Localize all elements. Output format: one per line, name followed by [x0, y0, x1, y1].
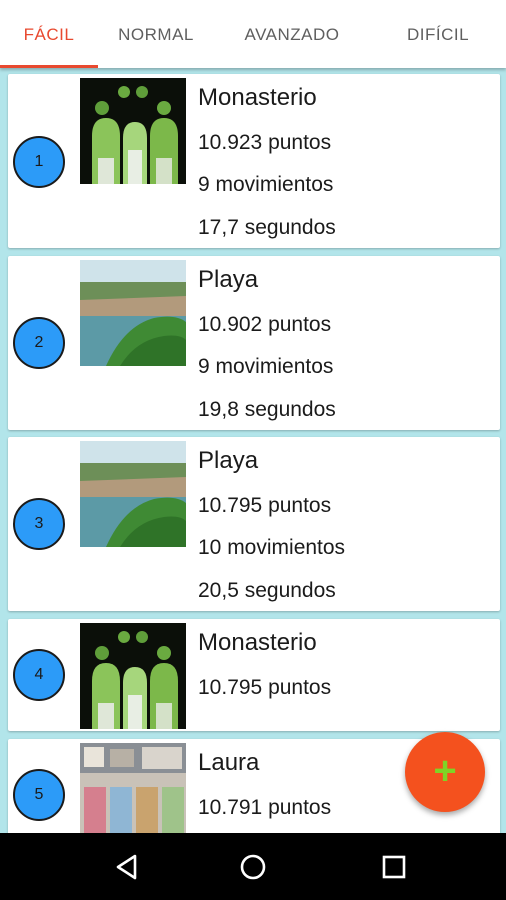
beach-thumbnail — [80, 260, 186, 366]
score-points: 10.791 puntos — [198, 796, 332, 819]
recents-button[interactable] — [354, 833, 434, 900]
letters-thumbnail — [80, 743, 186, 833]
active-tab-indicator — [0, 65, 98, 68]
home-button[interactable] — [213, 833, 293, 900]
back-button[interactable] — [87, 833, 167, 900]
tab-normal-label: NORMAL — [118, 25, 194, 44]
rank-badge: 4 — [13, 649, 65, 701]
puzzle-name: Monasterio — [198, 84, 317, 111]
score-points: 10.795 puntos — [198, 676, 332, 699]
tab-dificil-label: DIFÍCIL — [406, 25, 470, 44]
tab-avanzado-label: AVANZADO — [244, 25, 340, 44]
difficulty-tab-bar: FÁCIL NORMAL AVANZADO DIFÍCIL — [0, 0, 506, 68]
tab-facil[interactable]: FÁCIL — [0, 0, 98, 68]
back-triangle-icon — [116, 854, 137, 880]
rank-badge: 2 — [13, 317, 65, 369]
tab-facil-label: FÁCIL — [23, 25, 75, 44]
plus-icon: + — [433, 749, 457, 793]
home-circle-icon — [240, 854, 266, 880]
monastery-thumbnail — [80, 78, 186, 184]
rank-badge: 1 — [13, 136, 65, 188]
tab-avanzado[interactable]: AVANZADO — [214, 0, 370, 68]
monastery-thumbnail — [80, 623, 186, 729]
score-card[interactable]: 1 Monasterio 10.923 puntos 9 movimientos… — [8, 74, 500, 248]
puzzle-name: Playa — [198, 447, 259, 474]
puzzle-name: Monasterio — [198, 629, 317, 656]
recents-square-icon — [382, 855, 406, 879]
score-points: 10.923 puntos — [198, 131, 332, 154]
score-moves: 9 movimientos — [198, 173, 334, 196]
score-card[interactable]: 2 Playa 10.902 puntos 9 movimientos 19,8… — [8, 256, 500, 430]
tab-normal[interactable]: NORMAL — [98, 0, 214, 68]
score-points: 10.902 puntos — [198, 313, 332, 336]
puzzle-name: Playa — [198, 266, 259, 293]
rank-badge: 3 — [13, 498, 65, 550]
score-card[interactable]: 3 Playa 10.795 puntos 10 movimientos 20,… — [8, 437, 500, 611]
score-time: 20,5 segundos — [198, 579, 336, 602]
tab-dificil[interactable]: DIFÍCIL — [370, 0, 506, 68]
score-list[interactable]: 1 Monasterio 10.923 puntos 9 movimientos… — [0, 68, 506, 833]
score-moves: 9 movimientos — [198, 355, 334, 378]
system-navigation-bar — [0, 833, 506, 900]
add-fab-button[interactable]: + — [405, 732, 485, 812]
beach-thumbnail — [80, 441, 186, 547]
score-time: 17,7 segundos — [198, 216, 336, 239]
puzzle-name: Laura — [198, 749, 260, 776]
score-moves: 10 movimientos — [198, 536, 346, 559]
score-card[interactable]: 4 Monasterio 10.795 puntos — [8, 619, 500, 731]
score-time: 19,8 segundos — [198, 398, 336, 421]
rank-badge: 5 — [13, 769, 65, 821]
score-points: 10.795 puntos — [198, 494, 332, 517]
